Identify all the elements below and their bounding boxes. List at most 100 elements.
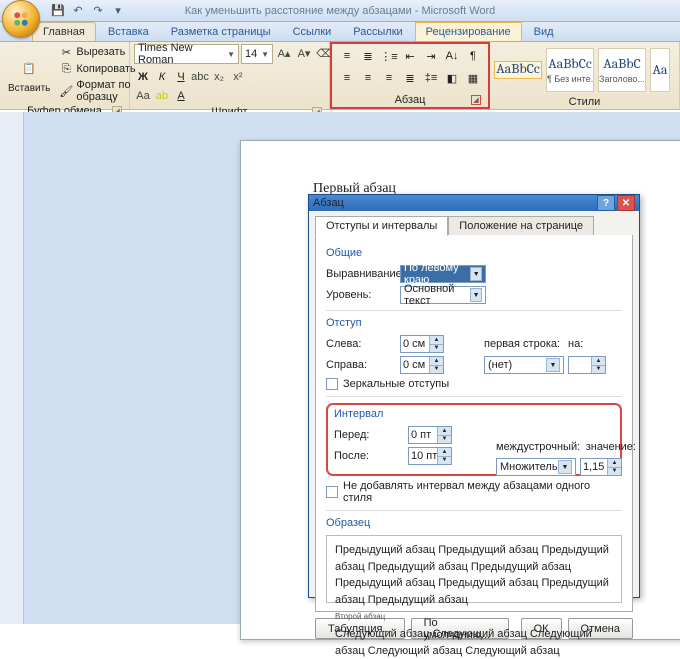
font-group: Times New Roman▼ 14▼ A▴ A▾ ⌫ Ж К Ч abc x…	[130, 42, 330, 109]
justify-button[interactable]: ≣	[400, 68, 420, 88]
tab-view[interactable]: Вид	[524, 23, 564, 41]
multilevel-button[interactable]: ⋮≡	[379, 46, 399, 66]
bullets-button[interactable]: ≡	[337, 46, 357, 66]
dialog-titlebar[interactable]: Абзац ? ✕	[309, 195, 639, 211]
ribbon: 📋 Вставить ✂Вырезать ⎘Копировать 🖌Формат…	[0, 42, 680, 110]
after-spin[interactable]: 10 пт▲▼	[408, 447, 452, 465]
checkbox-icon	[326, 486, 338, 498]
tab-home[interactable]: Главная	[32, 22, 96, 41]
window-title: Как уменьшить расстояние между абзацами …	[185, 5, 496, 17]
help-button[interactable]: ?	[597, 195, 615, 211]
vertical-ruler[interactable]	[0, 112, 24, 624]
general-section: Общие	[326, 247, 622, 259]
align-left-button[interactable]: ≡	[337, 68, 357, 88]
linespacing-select[interactable]: Множитель▼	[496, 458, 576, 476]
office-button[interactable]	[2, 0, 40, 38]
show-marks-button[interactable]: ¶	[463, 46, 483, 66]
redo-icon[interactable]: ↷	[90, 3, 106, 19]
align-center-button[interactable]: ≡	[358, 68, 378, 88]
change-case-button[interactable]: Aa	[134, 87, 152, 105]
paste-label: Вставить	[8, 83, 50, 94]
paragraph-launcher[interactable]: ◢	[471, 95, 481, 105]
close-button[interactable]: ✕	[617, 195, 635, 211]
preview-prev-text: Предыдущий абзац Предыдущий абзац Предыд…	[335, 542, 613, 608]
shading-button[interactable]: ◧	[442, 68, 462, 88]
outline-select[interactable]: Основной текст▼	[400, 286, 486, 304]
cut-icon: ✂	[59, 45, 73, 59]
paragraph-group-label: Абзац◢	[336, 93, 484, 107]
chevron-down-icon: ▼	[261, 50, 269, 59]
style-nospacing[interactable]: AaBbCc¶ Без инте...	[546, 48, 594, 92]
chevron-down-icon: ▼	[470, 267, 482, 281]
tab-review[interactable]: Рецензирование	[415, 22, 522, 41]
chevron-down-icon: ▼	[470, 288, 482, 302]
save-icon[interactable]: 💾	[50, 3, 66, 19]
preview-main-text: Второй абзац	[335, 611, 613, 623]
style-normal[interactable]: AaBbCc¶ Обычный	[494, 61, 542, 79]
alignment-select[interactable]: По левому краю▼	[400, 265, 486, 283]
chevron-down-icon: ▼	[227, 50, 235, 59]
tab-insert[interactable]: Вставка	[98, 23, 159, 41]
grow-font-button[interactable]: A▴	[275, 44, 293, 62]
format-painter-button[interactable]: 🖌Формат по образцу	[56, 78, 138, 104]
cut-button[interactable]: ✂Вырезать	[56, 44, 138, 60]
increase-indent-button[interactable]: ⇥	[421, 46, 441, 66]
right-indent-label: Справа:	[326, 359, 400, 371]
paragraph-dialog: Абзац ? ✕ Отступы и интервалы Положение …	[308, 194, 640, 598]
strike-button[interactable]: abc	[191, 68, 209, 86]
sort-button[interactable]: A↓	[442, 46, 462, 66]
clipboard-group: 📋 Вставить ✂Вырезать ⎘Копировать 🖌Формат…	[0, 42, 130, 109]
style-heading1[interactable]: AaBbCЗаголово...	[598, 48, 646, 92]
special-indent-select[interactable]: (нет)▼	[484, 356, 564, 374]
spacing-section: Интервал	[334, 408, 614, 420]
tab-layout[interactable]: Разметка страницы	[161, 23, 281, 41]
borders-button[interactable]: ▦	[463, 68, 483, 88]
italic-button[interactable]: К	[153, 68, 171, 86]
at-spin[interactable]: 1,15▲▼	[580, 458, 622, 476]
font-color-button[interactable]: A	[172, 87, 190, 105]
chevron-down-icon: ▼	[558, 460, 572, 474]
left-indent-spin[interactable]: 0 см▲▼	[400, 335, 444, 353]
mirror-indents-check[interactable]: Зеркальные отступы	[326, 378, 622, 390]
paste-button[interactable]: 📋 Вставить	[4, 53, 54, 96]
tab-mailings[interactable]: Рассылки	[343, 23, 412, 41]
align-right-button[interactable]: ≡	[379, 68, 399, 88]
copy-button[interactable]: ⎘Копировать	[56, 61, 138, 77]
dialog-body: Общие Выравнивание: По левому краю▼ Уров…	[315, 235, 633, 612]
dialog-tabs: Отступы и интервалы Положение на страниц…	[309, 211, 639, 235]
subscript-button[interactable]: x₂	[210, 68, 228, 86]
tab-indents-spacing[interactable]: Отступы и интервалы	[315, 216, 448, 236]
sample-section: Образец	[326, 517, 622, 529]
left-indent-label: Слева:	[326, 338, 400, 350]
superscript-button[interactable]: x²	[229, 68, 247, 86]
no-space-same-style-check[interactable]: Не добавлять интервал между абзацами одн…	[326, 480, 622, 504]
chevron-down-icon: ▼	[546, 358, 560, 372]
ribbon-tabs: Главная Вставка Разметка страницы Ссылки…	[0, 22, 680, 42]
checkbox-icon	[326, 378, 338, 390]
style-more[interactable]: Aa	[650, 48, 670, 92]
at-label: значение:	[586, 441, 636, 453]
numbering-button[interactable]: ≣	[358, 46, 378, 66]
special-by-spin[interactable]: ▲▼	[568, 356, 606, 374]
qat-more-icon[interactable]: ▾	[110, 3, 126, 19]
after-label: После:	[334, 450, 408, 462]
underline-button[interactable]: Ч	[172, 68, 190, 86]
preview-next-text: Следующий абзац Следующий абзац Следующи…	[335, 626, 613, 659]
before-spin[interactable]: 0 пт▲▼	[408, 426, 452, 444]
paste-icon: 📋	[15, 55, 43, 83]
tab-line-breaks[interactable]: Положение на странице	[448, 216, 594, 236]
before-label: Перед:	[334, 429, 408, 441]
decrease-indent-button[interactable]: ⇤	[400, 46, 420, 66]
font-size-combo[interactable]: 14▼	[241, 44, 273, 64]
line-spacing-button[interactable]: ‡≡	[421, 68, 441, 88]
highlight-button[interactable]: ab	[153, 87, 171, 105]
quick-access-toolbar: 💾 ↶ ↷ ▾ Как уменьшить расстояние между а…	[0, 0, 680, 22]
right-indent-spin[interactable]: 0 см▲▼	[400, 356, 444, 374]
shrink-font-button[interactable]: A▾	[295, 44, 313, 62]
paragraph-group: ≡ ≣ ⋮≡ ⇤ ⇥ A↓ ¶ ≡ ≡ ≡ ≣ ‡≡ ◧ ▦ Абзац◢	[330, 42, 490, 109]
bold-button[interactable]: Ж	[134, 68, 152, 86]
tab-references[interactable]: Ссылки	[283, 23, 342, 41]
undo-icon[interactable]: ↶	[70, 3, 86, 19]
outline-label: Уровень:	[326, 289, 400, 301]
font-name-combo[interactable]: Times New Roman▼	[134, 44, 239, 64]
